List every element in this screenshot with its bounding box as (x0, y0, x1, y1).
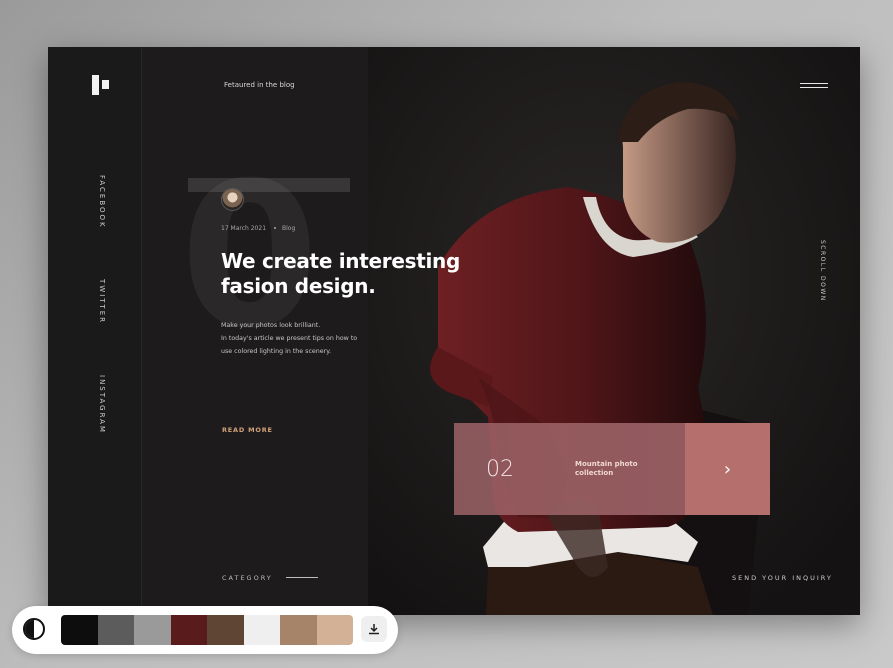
hero-description: Make your photos look brilliant. In toda… (221, 319, 361, 358)
hamburger-icon[interactable] (800, 83, 828, 91)
color-swatch-1[interactable] (61, 615, 98, 645)
next-post-card[interactable]: 02 Mountain photo collection (454, 423, 685, 515)
color-swatch-4[interactable] (170, 615, 207, 645)
post-meta: 17 March 2021 Blog (221, 225, 295, 232)
color-palette-bar (12, 606, 398, 654)
instagram-link[interactable]: INSTAGRAM (98, 375, 106, 434)
download-icon (369, 624, 379, 635)
next-arrow-button[interactable]: › (685, 423, 770, 515)
category-underline (286, 577, 318, 578)
brand-logo-icon[interactable] (92, 75, 112, 95)
hero-headline: We create interesting fasion design. (221, 249, 460, 298)
send-inquiry-link[interactable]: SEND YOUR INQUIRY (732, 574, 833, 582)
read-more-link[interactable]: READ MORE (222, 426, 273, 434)
scroll-down-label[interactable]: SCROLL DOWN (819, 240, 826, 302)
author-avatar[interactable] (221, 188, 244, 211)
man-photo-illustration (368, 47, 860, 615)
post-date: 17 March 2021 (221, 225, 267, 232)
download-button[interactable] (361, 616, 387, 642)
sidebar: FACEBOOK TWITTER INSTAGRAM (48, 47, 142, 615)
category-link[interactable]: CATEGORY (222, 574, 273, 582)
color-swatch-8[interactable] (316, 615, 353, 645)
hero-photo (368, 47, 860, 615)
color-swatch-5[interactable] (207, 615, 244, 645)
post-tag[interactable]: Blog (282, 225, 295, 232)
card-number: 02 (486, 457, 514, 482)
hero-frame: FACEBOOK TWITTER INSTAGRAM Fetaured in t… (48, 47, 860, 615)
contrast-icon[interactable] (23, 618, 45, 640)
description-line-2: In today's article we present tips on ho… (221, 335, 358, 355)
color-swatches (61, 615, 353, 645)
color-swatch-2[interactable] (97, 615, 134, 645)
chevron-right-icon: › (723, 458, 732, 480)
color-swatch-7[interactable] (280, 615, 317, 645)
facebook-link[interactable]: FACEBOOK (98, 175, 106, 229)
meta-separator-dot (274, 227, 277, 229)
color-swatch-6[interactable] (243, 615, 280, 645)
card-title: Mountain photo collection (575, 460, 638, 477)
description-line-1: Make your photos look brilliant. (221, 322, 321, 329)
twitter-link[interactable]: TWITTER (98, 279, 106, 324)
color-swatch-3[interactable] (134, 615, 171, 645)
featured-label: Fetaured in the blog (224, 81, 295, 89)
